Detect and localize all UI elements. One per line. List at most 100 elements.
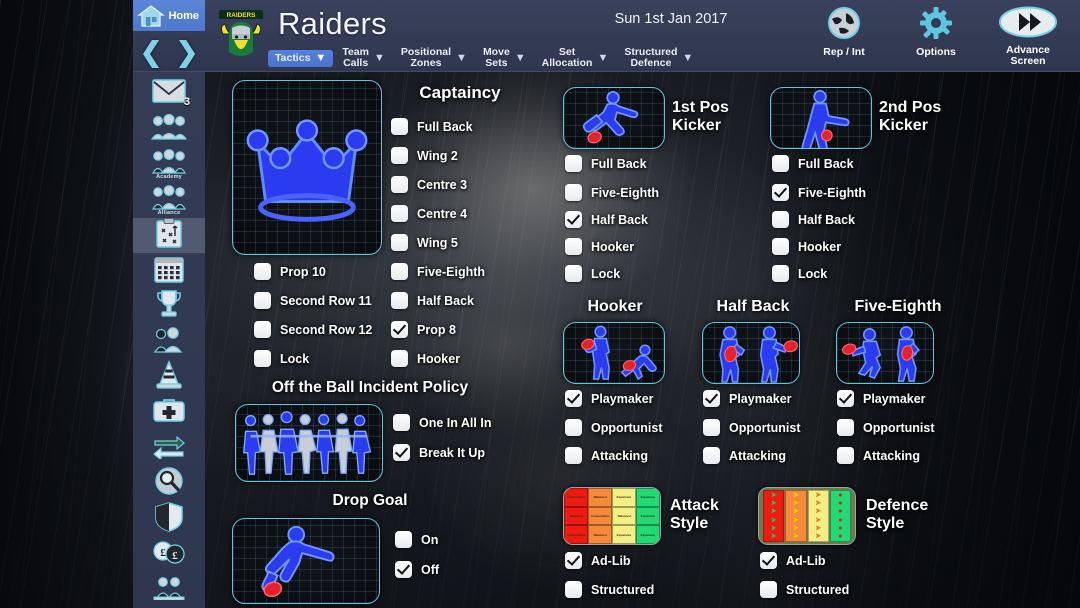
checkbox[interactable] — [837, 390, 854, 407]
checkbox[interactable] — [391, 263, 408, 280]
kicker2-option-hooker[interactable]: Hooker — [772, 238, 841, 255]
sidebar-item-trophy[interactable] — [133, 289, 205, 324]
hooker-option-playmaker[interactable]: Playmaker — [565, 390, 654, 407]
checkbox[interactable] — [391, 350, 408, 367]
captaincy-thumbnail[interactable] — [232, 80, 382, 255]
captaincy-option-five-eighth[interactable]: Five-Eighth — [391, 263, 485, 280]
sidebar-item-transfers[interactable] — [133, 431, 205, 466]
chevron-left-icon[interactable]: ❮ — [140, 39, 163, 66]
checkbox[interactable] — [391, 205, 408, 222]
captaincy-option-wing-2[interactable]: Wing 2 — [391, 147, 458, 164]
hooker-option-attacking[interactable]: Attacking — [565, 447, 648, 464]
checkbox[interactable] — [565, 238, 582, 255]
captaincy-option-full-back[interactable]: Full Back — [391, 118, 473, 135]
halfback-option-attacking[interactable]: Attacking — [703, 447, 786, 464]
menu-item-positional-zones[interactable]: Positional Zones ▼ — [394, 44, 474, 72]
checkbox[interactable] — [565, 552, 582, 569]
off-ball-thumbnail[interactable] — [235, 404, 383, 482]
checkbox[interactable] — [772, 238, 789, 255]
checkbox[interactable] — [395, 561, 412, 578]
checkbox[interactable] — [565, 184, 582, 201]
kicker2-thumbnail[interactable] — [770, 87, 872, 149]
checkbox[interactable] — [395, 531, 412, 548]
sidebar-item-mail[interactable]: 3 — [133, 76, 205, 111]
menu-item-move-sets[interactable]: Move Sets ▼ — [476, 44, 533, 72]
fiveeighth-thumbnail[interactable] — [836, 322, 934, 384]
menu-item-structured-defence[interactable]: Structured Defence ▼ — [617, 44, 700, 72]
checkbox[interactable] — [565, 447, 582, 464]
sidebar-item-academy[interactable]: Academy — [133, 147, 205, 182]
checkbox[interactable] — [760, 552, 777, 569]
checkbox[interactable] — [391, 176, 408, 193]
captaincy-option-wing-5[interactable]: Wing 5 — [391, 234, 458, 251]
sidebar-item-player-profile[interactable] — [133, 324, 205, 359]
defence-style-option-structured[interactable]: Structured — [760, 581, 849, 598]
halfback-thumbnail[interactable] — [702, 322, 800, 384]
halfback-option-opportunist[interactable]: Opportunist — [703, 419, 801, 436]
checkbox[interactable] — [837, 447, 854, 464]
home-button[interactable]: Home — [133, 0, 205, 31]
checkbox[interactable] — [391, 118, 408, 135]
fiveeighth-option-opportunist[interactable]: Opportunist — [837, 419, 935, 436]
fiveeighth-option-playmaker[interactable]: Playmaker — [837, 390, 926, 407]
sidebar-item-squad[interactable] — [133, 111, 205, 146]
checkbox[interactable] — [391, 321, 408, 338]
sidebar-item-staff[interactable] — [133, 573, 205, 608]
sidebar-item-finances[interactable]: £ £ — [133, 537, 205, 572]
advance-screen-button[interactable]: Advance Screen — [990, 6, 1066, 67]
hooker-option-opportunist[interactable]: Opportunist — [565, 419, 663, 436]
fiveeighth-option-attacking[interactable]: Attacking — [837, 447, 920, 464]
kicker1-option-full-back[interactable]: Full Back — [565, 155, 647, 172]
checkbox[interactable] — [772, 265, 789, 282]
menu-item-team-calls[interactable]: Team Calls ▼ — [335, 44, 392, 72]
kicker1-option-five-eighth[interactable]: Five-Eighth — [565, 184, 659, 201]
checkbox[interactable] — [391, 234, 408, 251]
checkbox[interactable] — [565, 390, 582, 407]
kicker2-option-half-back[interactable]: Half Back — [772, 211, 855, 228]
checkbox[interactable] — [391, 292, 408, 309]
captaincy-option-prop-10[interactable]: Prop 10 — [254, 263, 326, 280]
checkbox[interactable] — [393, 444, 410, 461]
sidebar-item-training[interactable] — [133, 360, 205, 395]
sidebar-item-scout[interactable] — [133, 466, 205, 501]
attack-style-option-structured[interactable]: Structured — [565, 581, 654, 598]
checkbox[interactable] — [760, 581, 777, 598]
off-ball-option-one-in-all-in[interactable]: One In All In — [393, 414, 491, 431]
off-ball-option-break-it-up[interactable]: Break It Up — [393, 444, 485, 461]
checkbox[interactable] — [254, 263, 271, 280]
kicker1-option-lock[interactable]: Lock — [565, 265, 620, 282]
captaincy-option-half-back[interactable]: Half Back — [391, 292, 474, 309]
kicker2-option-five-eighth[interactable]: Five-Eighth — [772, 184, 866, 201]
checkbox[interactable] — [565, 155, 582, 172]
captaincy-option-centre-4[interactable]: Centre 4 — [391, 205, 467, 222]
checkbox[interactable] — [565, 211, 582, 228]
captaincy-option-hooker[interactable]: Hooker — [391, 350, 460, 367]
menu-item-tactics[interactable]: Tactics ▼ — [268, 49, 334, 67]
defence-style-thumbnail[interactable]: ➤ ➤ ➤ ➤ ➤ ➤ ➤ ➤ ➤ ➤ ➤ ➤ ➤ ➤ ➤ ➤ ➤ ➤ ● ● ● ● ● ● — [758, 487, 856, 545]
checkbox[interactable] — [565, 265, 582, 282]
kicker2-option-full-back[interactable]: Full Back — [772, 155, 854, 172]
kicker1-thumbnail[interactable] — [563, 87, 665, 149]
checkbox[interactable] — [703, 390, 720, 407]
hooker-thumbnail[interactable] — [563, 322, 665, 384]
captaincy-option-second-row-11[interactable]: Second Row 11 — [254, 292, 372, 309]
defence-style-option-ad-lib[interactable]: Ad-Lib — [760, 552, 826, 569]
sidebar-item-tactics[interactable] — [133, 217, 205, 254]
halfback-option-playmaker[interactable]: Playmaker — [703, 390, 792, 407]
drop-goal-option-off[interactable]: Off — [395, 561, 439, 578]
checkbox[interactable] — [393, 414, 410, 431]
captaincy-option-second-row-12[interactable]: Second Row 12 — [254, 321, 372, 338]
checkbox[interactable] — [772, 211, 789, 228]
captaincy-option-centre-3[interactable]: Centre 3 — [391, 176, 467, 193]
kicker2-option-lock[interactable]: Lock — [772, 265, 827, 282]
sidebar-item-club[interactable] — [133, 502, 205, 537]
menu-item-set-allocation[interactable]: Set Allocation ▼ — [535, 44, 616, 72]
checkbox[interactable] — [772, 184, 789, 201]
checkbox[interactable] — [772, 155, 789, 172]
sidebar-item-alliance[interactable]: Alliance — [133, 182, 205, 217]
checkbox[interactable] — [565, 581, 582, 598]
sidebar-item-medical[interactable] — [133, 395, 205, 430]
checkbox[interactable] — [254, 292, 271, 309]
checkbox[interactable] — [565, 419, 582, 436]
rep-int-button[interactable]: Rep / Int — [806, 6, 882, 67]
